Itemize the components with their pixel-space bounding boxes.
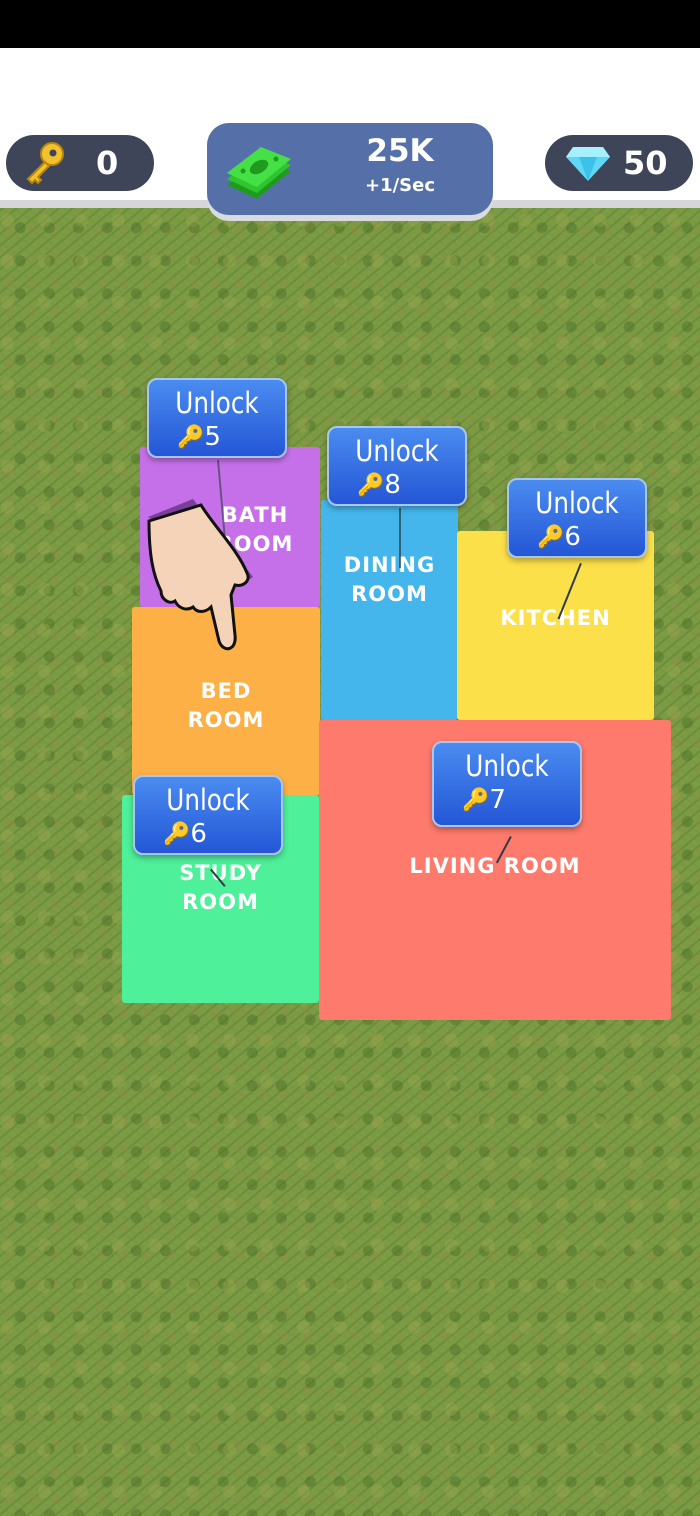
key-icon: 🔑 xyxy=(357,472,385,498)
unlock-label: Unlock xyxy=(465,749,549,783)
unlock-cost: 8 xyxy=(384,470,401,500)
money-rate: +1/Sec xyxy=(364,175,436,196)
key-icon: 🔑 xyxy=(537,524,565,550)
unlock-label: Unlock xyxy=(166,783,250,817)
tether-line xyxy=(399,508,401,568)
keys-count: 0 xyxy=(96,144,119,182)
room-label: STUDY ROOM xyxy=(179,861,262,914)
unlock-label: Unlock xyxy=(535,486,619,520)
unlock-button-bath[interactable]: Unlock 🔑 5 xyxy=(147,378,287,458)
diamond-icon xyxy=(566,147,610,181)
room-label: KITCHEN xyxy=(500,605,611,630)
unlock-button-dining[interactable]: Unlock 🔑 8 xyxy=(327,426,467,506)
unlock-button-study[interactable]: Unlock 🔑 6 xyxy=(133,775,283,855)
unlock-cost: 6 xyxy=(190,819,207,849)
keys-counter: 0 xyxy=(6,135,154,191)
status-bar xyxy=(0,0,700,48)
gems-count: 50 xyxy=(623,144,668,182)
key-icon: 🔑 xyxy=(177,424,205,450)
cash-stack-icon xyxy=(227,147,291,199)
unlock-label: Unlock xyxy=(175,386,259,420)
gems-counter: 50 xyxy=(545,135,693,191)
unlock-cost: 6 xyxy=(564,522,581,552)
money-panel: 25K +1/Sec xyxy=(207,123,493,215)
room-label: BED ROOM xyxy=(187,679,265,732)
money-amount: 25K xyxy=(366,133,434,169)
unlock-button-living[interactable]: Unlock 🔑 7 xyxy=(432,741,582,827)
pointing-hand-icon xyxy=(147,499,253,651)
unlock-label: Unlock xyxy=(355,434,439,468)
unlock-cost: 5 xyxy=(204,422,221,452)
room-kitchen[interactable]: KITCHEN xyxy=(457,531,654,720)
room-dining[interactable]: DINING ROOM xyxy=(321,500,458,720)
unlock-button-kitchen[interactable]: Unlock 🔑 6 xyxy=(507,478,647,558)
room-label: LIVING ROOM xyxy=(409,853,581,878)
key-icon: 🔑 xyxy=(462,787,490,813)
key-icon xyxy=(26,142,64,185)
room-label: DINING ROOM xyxy=(343,553,436,606)
unlock-cost: 7 xyxy=(489,785,506,815)
key-icon: 🔑 xyxy=(163,821,191,847)
